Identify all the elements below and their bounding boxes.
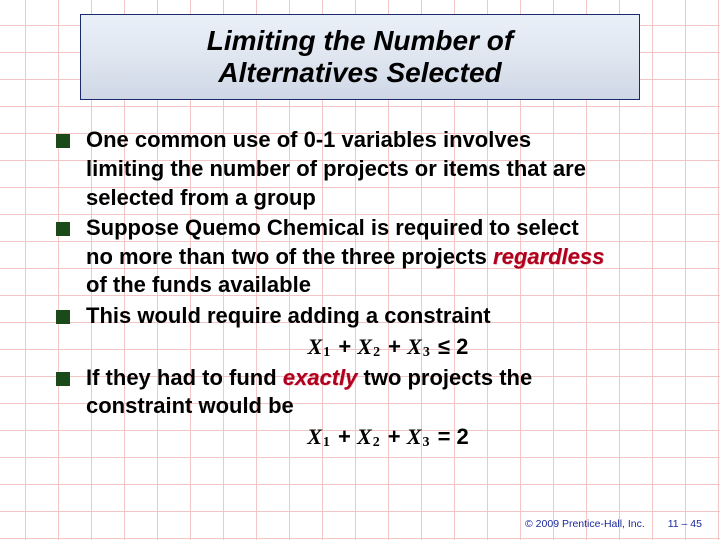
sub2-2: 2 bbox=[372, 435, 382, 450]
formula-2: X1 + X2 + X3 = 2 bbox=[86, 423, 690, 452]
sub-1: 1 bbox=[322, 345, 332, 360]
bullet-4: If they had to fund exactly two projects… bbox=[50, 364, 690, 452]
bullet-2: Suppose Quemo Chemical is required to se… bbox=[50, 214, 690, 300]
bullet-4-emph: exactly bbox=[283, 365, 358, 390]
sub-2: 2 bbox=[372, 345, 382, 360]
bullet-2-text-b-pre: no more than two of the three projects bbox=[86, 244, 493, 269]
title-line-1: Limiting the Number of bbox=[207, 25, 513, 56]
bullet-2-text-a: Suppose Quemo Chemical is required to se… bbox=[86, 215, 579, 240]
slide: Limiting the Number of Alternatives Sele… bbox=[0, 0, 720, 540]
rel-le: ≤ 2 bbox=[432, 334, 469, 359]
bullet-4-text-c: constraint would be bbox=[86, 393, 294, 418]
plus-1: + bbox=[332, 334, 357, 359]
slide-title: Limiting the Number of Alternatives Sele… bbox=[91, 25, 629, 89]
bullet-4-text-a: If they had to fund bbox=[86, 365, 283, 390]
bullet-3: This would require adding a constraint X… bbox=[50, 302, 690, 362]
sub2-3: 3 bbox=[421, 435, 431, 450]
bullet-list: One common use of 0-1 variables involves… bbox=[30, 126, 690, 452]
sub2-1: 1 bbox=[322, 435, 332, 450]
title-box: Limiting the Number of Alternatives Sele… bbox=[80, 14, 640, 100]
var-x1: X bbox=[308, 334, 323, 359]
plus-2: + bbox=[382, 334, 407, 359]
var2-x3: X bbox=[407, 424, 422, 449]
bullet-2-emph: regardless bbox=[493, 244, 604, 269]
page-number: 11 – 45 bbox=[668, 518, 702, 530]
formula-1: X1 + X2 + X3 ≤ 2 bbox=[86, 333, 690, 362]
title-line-2: Alternatives Selected bbox=[218, 57, 501, 88]
plus2-1: + bbox=[332, 424, 357, 449]
bullet-4-text-b: two projects the bbox=[357, 365, 532, 390]
bullet-1-text-c: selected from a group bbox=[86, 185, 316, 210]
var2-x1: X bbox=[307, 424, 322, 449]
var-x2: X bbox=[357, 334, 372, 359]
bullet-1-text-b: limiting the number of projects or items… bbox=[86, 156, 586, 181]
rel-eq: = 2 bbox=[431, 424, 468, 449]
bullet-1: One common use of 0-1 variables involves… bbox=[50, 126, 690, 212]
bullet-3-text: This would require adding a constraint bbox=[86, 303, 491, 328]
var-x3: X bbox=[407, 334, 422, 359]
bullet-2-text-c: of the funds available bbox=[86, 272, 311, 297]
sub-3: 3 bbox=[422, 345, 432, 360]
var2-x2: X bbox=[357, 424, 372, 449]
footer: © 2009 Prentice-Hall, Inc. 11 – 45 bbox=[525, 518, 702, 530]
copyright: © 2009 Prentice-Hall, Inc. bbox=[525, 518, 645, 530]
plus2-2: + bbox=[382, 424, 407, 449]
bullet-1-text-a: One common use of 0-1 variables involves bbox=[86, 127, 531, 152]
